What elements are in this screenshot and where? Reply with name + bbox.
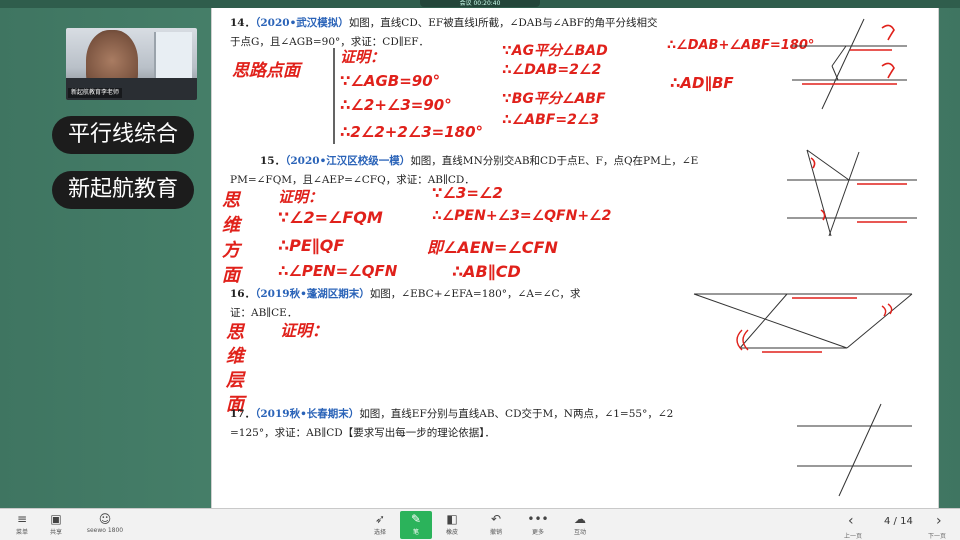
p15-figure (787, 149, 917, 237)
eraser-tool-button[interactable]: ◧ 橡皮 (436, 511, 468, 539)
p15-proof-line: 证明： (278, 188, 324, 206)
p16-figure (693, 293, 913, 353)
undo-icon: ↶ (490, 512, 502, 526)
menu-button[interactable]: ≡ 菜单 (6, 511, 38, 539)
next-page-label: 下一页 (928, 533, 947, 540)
p14-bracket-line (333, 48, 335, 144)
prev-page-button[interactable]: ‹ (848, 513, 854, 529)
share-button[interactable]: ▣ 共享 (40, 511, 72, 539)
problem-17-line1: 17．（2019秋•长春期末）如图，直线EF分别与直线AB、CD交于M，N两点，… (230, 408, 674, 420)
p14-figure (792, 18, 907, 110)
p14-proof-line: 证明： (340, 48, 386, 66)
pen-tool-button[interactable]: ✎ 笔 (400, 511, 432, 539)
more-button[interactable]: ••• 更多 (522, 511, 554, 539)
toolbar-label: 笔 (412, 529, 419, 536)
p14-proof-line: ∵BG平分∠ABF (502, 91, 606, 107)
cursor-icon: ➶ (374, 512, 386, 526)
p15-proof-line: ∴AB∥CD (452, 262, 521, 281)
problem-14-line1: 14．（2020•武汉模拟）如图，直线CD、EF被直线l所截，∠DAB与∠ABF… (230, 17, 658, 29)
problem-16-line1: 16．（2019秋•蓬湖区期末）如图，∠EBC+∠EFA=180°，∠A=∠C，… (230, 288, 581, 300)
user-account-button[interactable]: ☺ seewo 1800 (80, 511, 130, 539)
toolbar-label: seewo 1800 (86, 527, 124, 534)
toolbar-label: 橡皮 (445, 529, 458, 536)
p14-proof-line: ∴∠DAB=2∠2 (502, 62, 602, 78)
eraser-icon: ◧ (446, 512, 458, 526)
p14-proof-line: ∴AD∥BF (670, 74, 734, 92)
worksheet-page[interactable]: 14．（2020•武汉模拟）如图，直线CD、EF被直线l所截，∠DAB与∠ABF… (211, 8, 939, 508)
toolbar-label: 共享 (49, 529, 62, 536)
avatar-icon: ☺ (98, 512, 112, 526)
teacher-camera[interactable]: 新起航教育李老师 (66, 28, 197, 100)
share-icon: ▣ (50, 512, 62, 526)
p15-proof-line: ∵∠2=∠FQM (278, 208, 383, 227)
toolbar-label: 撤销 (489, 529, 502, 536)
problem-17-line2: =125°，求证：AB∥CD【要求写出每一步的理论依据】． (230, 427, 495, 439)
p14-proof-line: ∴∠ABF=2∠3 (502, 112, 600, 128)
p14-proof-line: ∵AG平分∠BAD (502, 43, 608, 59)
meeting-timer: 会议 00:20:40 (420, 0, 540, 7)
toolbar-label: 更多 (531, 529, 544, 536)
bottom-toolbar: ≡ 菜单 ▣ 共享 ☺ seewo 1800 ➶ 选择 ✎ 笔 ◧ 橡皮 ↶ 撤销 ••• 更多… (0, 508, 960, 540)
p15-side-char: 思 (222, 190, 240, 211)
problem-14-line2: 于点G，且∠AGB=90°，求证：CD∥EF． (230, 36, 430, 48)
prev-page-label: 上一页 (844, 533, 863, 540)
camera-name-label: 新起航教育李老师 (68, 88, 123, 98)
p15-side-char: 方 (222, 240, 240, 261)
interact-button[interactable]: ☁ 互动 (564, 511, 596, 539)
p14-proof-line: ∴∠2+∠3=90° (340, 96, 452, 114)
p15-side-char: 面 (222, 265, 240, 286)
p17-figure (797, 403, 912, 497)
page-indicator: 4 / 14 (884, 516, 913, 527)
next-page-button[interactable]: › (936, 513, 942, 529)
more-icon: ••• (527, 512, 549, 526)
p16-proof-start: 证明： (280, 321, 329, 340)
toolbar-label: 选择 (373, 529, 386, 536)
brand-pill: 新起航教育 (52, 171, 195, 209)
toolbar-label: 菜单 (15, 529, 28, 536)
page-navigator: ‹ 上一页 4 / 14 › 下一页 (844, 513, 956, 540)
p15-side-char: 维 (222, 215, 240, 236)
p16-side-char: 维 (226, 346, 244, 367)
p16-side-char: 思 (226, 322, 244, 343)
select-tool-button[interactable]: ➶ 选择 (364, 511, 396, 539)
camera-background-window (154, 32, 192, 78)
p15-proof-line: ∴∠PEN=∠QFN (278, 262, 398, 280)
undo-button[interactable]: ↶ 撤销 (480, 511, 512, 539)
problem-15-line1: 15．（2020•江汉区校级一模）如图，直线MN分别交AB和CD于点E、F，点Q… (260, 155, 699, 167)
p14-proof-line: ∴2∠2+2∠3=180° (340, 123, 484, 141)
p14-proof-line: ∵∠AGB=90° (340, 72, 441, 90)
p15-proof-line: 即∠AEN=∠CFN (427, 238, 558, 257)
p16-side-char: 层 (226, 370, 244, 391)
p15-proof-line: ∵∠3=∠2 (432, 184, 503, 202)
lesson-title-pill: 平行线综合 (52, 116, 195, 154)
menu-icon: ≡ (16, 512, 28, 526)
p15-proof-line: ∴PE∥QF (278, 236, 345, 255)
pen-icon: ✎ (410, 512, 422, 526)
toolbar-label: 互动 (573, 529, 586, 536)
p15-proof-line: ∴∠PEN+∠3=∠QFN+∠2 (432, 208, 612, 224)
interact-icon: ☁ (574, 512, 586, 526)
p14-side-note: 思路点面 (232, 61, 300, 81)
